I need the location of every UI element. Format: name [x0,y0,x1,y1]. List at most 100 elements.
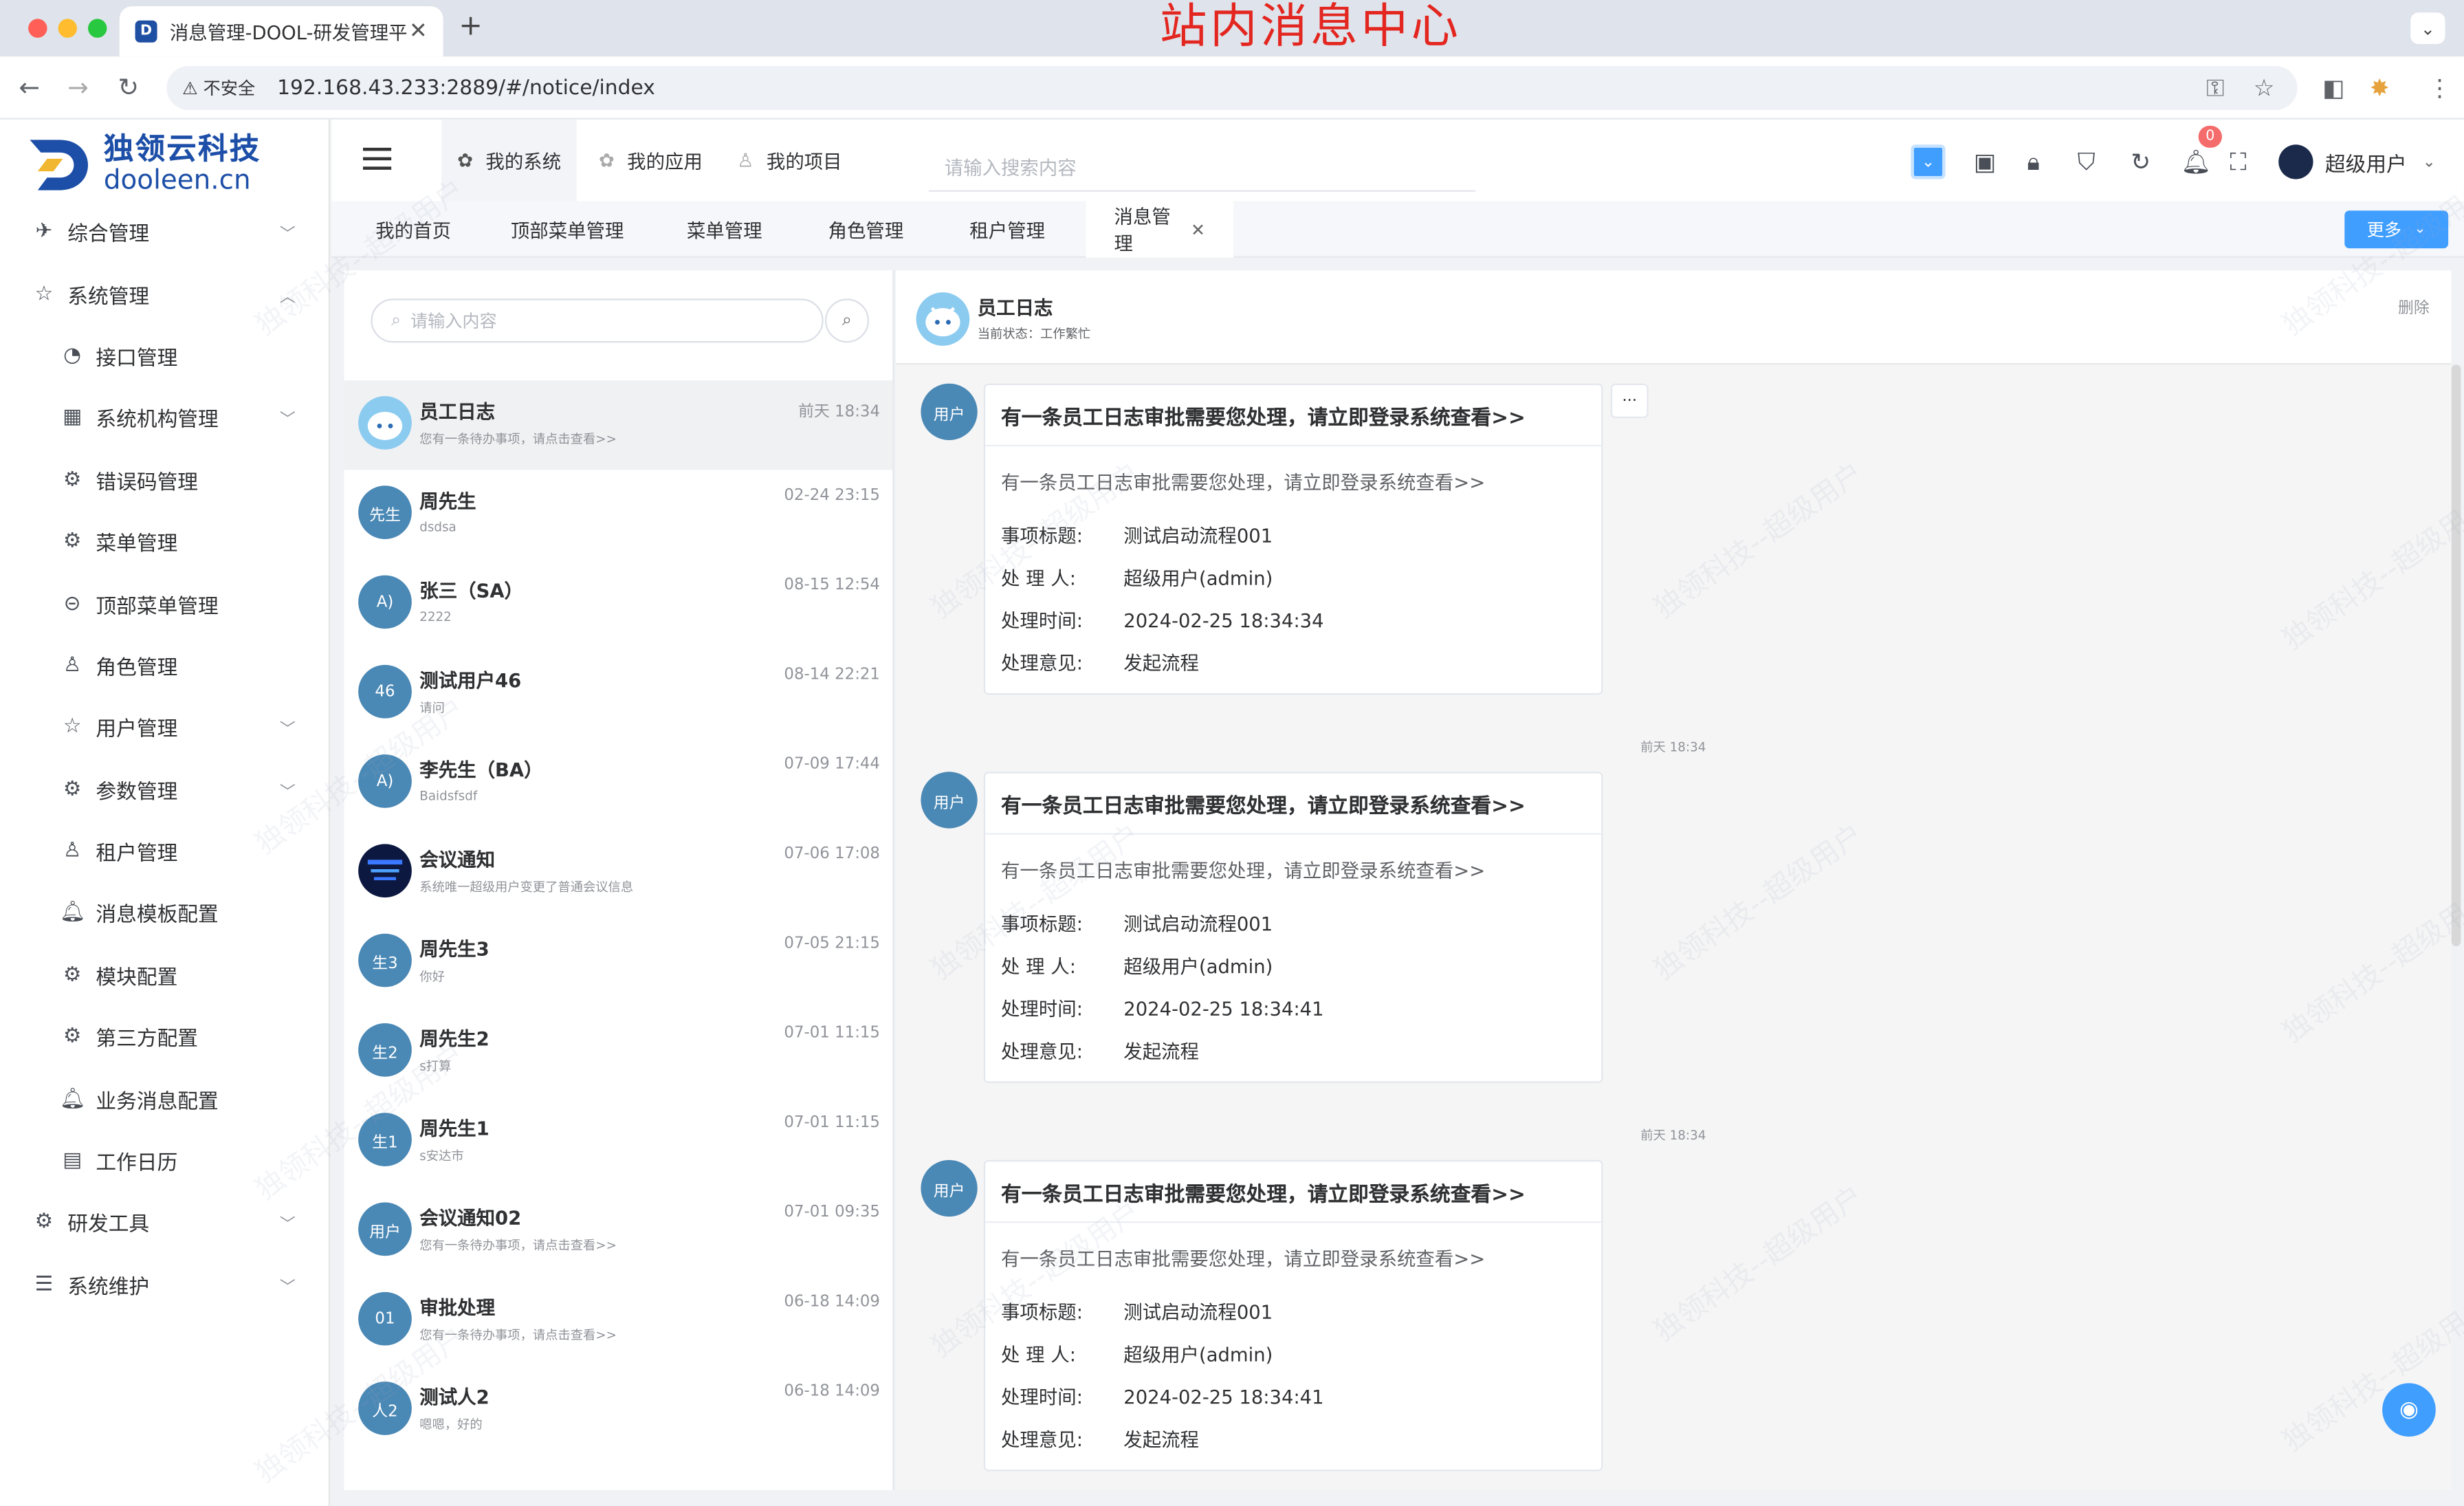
sidebar-item[interactable]: ☆ 用户管理 ﹀ [0,697,330,759]
contact-item[interactable]: 01 审批处理 您有一条待办事项，请点击查看>> 06-18 14:09 [344,1276,893,1366]
message-card[interactable]: 有一条员工日志审批需要您处理，请立即登录系统查看>> 有一条员工日志审批需要您处理… [983,772,1603,1083]
tab-my-projects[interactable]: ♙ 我的项目 [721,120,857,201]
sidebar-item[interactable]: ⊝ 顶部菜单管理 [0,573,330,635]
brand-logo[interactable]: 独领云科技 dooleen.cn [25,132,261,195]
reload-icon[interactable]: ↻ [118,72,139,102]
field-key: 处 理 人: [1000,955,1076,978]
lock-icon[interactable]: 🔒︎ [2027,148,2040,176]
more-options-button[interactable]: ··· [1610,383,1649,418]
chevron-down-icon: ﹀ [279,1279,296,1297]
bell-icon[interactable]: 🔔︎ [2181,148,2212,176]
contact-name: 测试用户46 [419,669,522,692]
contact-item[interactable]: 46 测试用户46 请问 08-14 22:21 [344,649,893,739]
field-value: 超级用户(admin) [1123,1344,1273,1366]
tab-my-system[interactable]: ✿ 我的系统 [441,119,578,201]
url-field[interactable]: ⚠ 不安全 192.168.43.233:2889/#/notice/index [166,65,2298,110]
bookmark-star-icon[interactable]: ☆ [2254,74,2275,102]
close-tab-icon[interactable]: ✕ [409,19,428,44]
sliders-icon: ☰ [34,1273,54,1297]
fullscreen-icon[interactable]: ⛶ [2230,148,2246,176]
sidebar-item[interactable]: ⚙ 模块配置 [0,944,330,1006]
tag-home[interactable]: 我的首页 [347,201,479,258]
sidebar-item[interactable]: ✈ 综合管理 ﹀ [0,201,330,263]
sidebar-item[interactable]: ▤ 工作日历 [0,1130,330,1192]
contact-item[interactable]: 生1 周先生1 s安达市 07-01 11:15 [344,1097,893,1186]
message-item: 用户 有一条员工日志审批需要您处理，请立即登录系统查看>> 有一条员工日志审批需要您… [896,383,2452,695]
tab-search-chevron-icon[interactable]: ⌄ [2410,12,2445,44]
contact-item[interactable]: 生3 周先生3 你好 07-05 21:15 [344,918,893,1007]
hamburger-icon[interactable] [362,147,392,170]
theme-shirt-icon[interactable]: ⛉ [2078,148,2096,176]
message-card[interactable]: 有一条员工日志审批需要您处理，请立即登录系统查看>> 有一条员工日志审批需要您处理… [983,383,1603,695]
message-intro: 有一条员工日志审批需要您处理，请立即登录系统查看>> [1000,1247,1486,1270]
sidebar-item[interactable]: ⚙ 第三方配置 [0,1006,330,1068]
tag-top-menu[interactable]: 顶部菜单管理 [483,201,652,258]
forward-icon[interactable]: → [67,72,89,102]
sidebar-item[interactable]: ⚙ 错误码管理 [0,449,330,511]
search-icon: ⌕ [391,309,402,330]
sidebar-item[interactable]: ▦ 系统机构管理 ﹀ [0,387,330,449]
contact-item[interactable]: 生2 周先生2 s打算 07-01 11:15 [344,1007,893,1097]
sidebar-item[interactable]: ⚙ 研发工具 ﹀ [0,1192,330,1254]
new-tab-button[interactable]: + [459,10,482,43]
browser-menu-icon[interactable]: ⋮ [2428,74,2451,102]
global-search-input[interactable]: 请输入搜索内容 [928,142,1476,192]
contact-item[interactable]: 先生 周先生 dsdsa 02-24 23:15 [344,470,893,559]
contact-time: 08-15 12:54 [784,576,880,594]
close-window-button[interactable] [28,19,47,38]
extension-icon[interactable]: ✸ [2370,74,2390,102]
sidebar-item[interactable]: ⚙ 菜单管理 [0,511,330,573]
sidebar-item[interactable]: 🔔︎ 消息模板配置 [0,882,330,944]
contact-last-message: 系统唯一超级用户变更了普通会议信息 [419,880,634,895]
contact-item[interactable]: 人2 测试人2 嗯嗯，好的 06-18 14:09 [344,1366,893,1455]
message-card[interactable]: 有一条员工日志审批需要您处理，请立即登录系统查看>> 有一条员工日志审批需要您处理… [983,1159,1603,1472]
browser-tab-bar: D 消息管理-DOOL-研发管理平台 ✕ + 站内消息中心 ⌄ [0,0,2464,57]
avatar: 用户 [921,1159,978,1217]
message-timestamp: 前天 18:34 [1640,1128,1706,1143]
contact-item[interactable]: A) 张三（SA） 2222 08-15 12:54 [344,560,893,649]
close-icon[interactable]: ✕ [1191,219,1205,240]
browser-tab[interactable]: D 消息管理-DOOL-研发管理平台 ✕ [119,6,443,57]
sidebar-item-label: 第三方配置 [96,1028,199,1052]
sidebar-item[interactable]: ◔ 接口管理 [0,325,330,387]
tag-message[interactable]: 消息管理 ✕ [1086,201,1234,258]
sidepanel-icon[interactable]: ◧ [2322,74,2344,102]
more-button[interactable]: 更多 ⌄ [2344,210,2449,249]
camera-fab-button[interactable]: ◉ [2382,1383,2436,1437]
contact-search-input[interactable]: ⌕ 请输入内容 [371,298,824,343]
tag-menu[interactable]: 菜单管理 [659,201,791,258]
sidebar-item[interactable]: ♙ 角色管理 [0,635,330,697]
contact-item[interactable]: 用户 会议通知02 您有一条待办事项，请点击查看>> 07-01 09:35 [344,1187,893,1276]
chevron-down-icon: ﹀ [279,1217,296,1235]
screen-icon[interactable]: ▣ [1974,148,1996,176]
chevron-down-icon: ﹀ [279,412,296,430]
tag-role[interactable]: 角色管理 [800,201,932,258]
contact-item[interactable]: A) 李先生（BA） Baidsfsdf 07-09 17:44 [344,739,893,828]
contact-time: 07-09 17:44 [784,756,880,774]
message-field: 处理意见: 发起流程 [1001,1418,1585,1461]
chat-scrollbar[interactable] [2451,364,2461,946]
search-button[interactable]: ⌕ [824,298,869,343]
avatar: 先生 [358,485,412,539]
tag-tenant[interactable]: 租户管理 [941,201,1073,258]
delete-button[interactable]: 删除 [2398,294,2430,318]
refresh-icon[interactable]: ↻ [2131,148,2150,176]
contact-name: 周先生 [419,490,476,513]
security-warning[interactable]: ⚠ 不安全 [182,76,255,101]
message-title: 有一条员工日志审批需要您处理，请立即登录系统查看>> [985,774,1602,835]
key-icon[interactable]: ⚿ [2206,74,2224,102]
tag-label: 消息管理 [1114,206,1171,255]
sidebar-item[interactable]: ☆ 系统管理 ︿ [0,263,330,325]
dropdown-box-icon[interactable]: ⌄ [1911,144,1946,179]
sidebar-item[interactable]: ☰ 系统维护 ﹀ [0,1254,330,1316]
sidebar-item[interactable]: ⚙ 参数管理 ﹀ [0,759,330,820]
maximize-window-button[interactable] [87,19,107,38]
sidebar-item[interactable]: 🔔︎ 业务消息配置 [0,1068,330,1130]
sidebar-item[interactable]: ♙ 租户管理 [0,820,330,882]
tab-my-apps[interactable]: ✿ 我的应用 [583,120,718,201]
back-icon[interactable]: ← [19,72,40,102]
user-menu[interactable]: 超级用户 ⌄ [2278,144,2436,179]
minimize-window-button[interactable] [58,19,77,38]
contact-item[interactable]: 会议通知 系统唯一超级用户变更了普通会议信息 07-06 17:08 [344,829,893,918]
contact-item[interactable]: 员工日志 您有一条待办事项，请点击查看>> 前天 18:34 [344,380,893,470]
